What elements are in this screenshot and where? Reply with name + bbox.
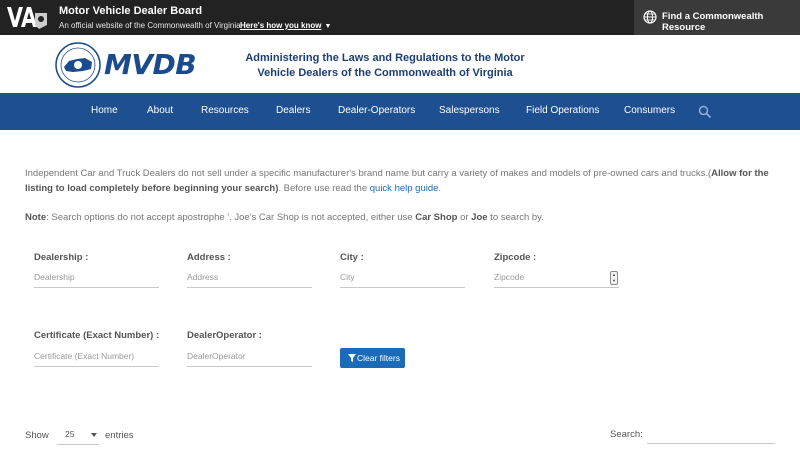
caret-down-icon — [91, 433, 97, 437]
find-commonwealth-resource-button[interactable]: Find a Commonwealth Resource — [634, 0, 800, 35]
dealership-label: Dealership : — [34, 252, 89, 263]
mvdb-wordmark[interactable]: MVDB — [104, 48, 197, 81]
stepper-up-icon[interactable]: ▲ — [612, 273, 616, 277]
address-input[interactable] — [187, 266, 312, 288]
nav-item-dealer-operators[interactable]: Dealer-Operators — [338, 105, 415, 116]
nav-item-salespersons[interactable]: Salespersons — [439, 105, 500, 116]
clear-filters-button[interactable]: Clear filters — [340, 348, 405, 368]
globe-icon — [643, 10, 657, 24]
note-example-joe: Joe — [471, 212, 488, 223]
note-example-car-shop: Car Shop — [415, 212, 458, 223]
certificate-label: Certificate (Exact Number) : — [34, 330, 160, 341]
show-entries-label: Show — [25, 430, 49, 441]
intro-text-1: Independent Car and Truck Dealers do not… — [25, 168, 712, 179]
nav-item-field-operations[interactable]: Field Operations — [526, 105, 599, 116]
note-label: Note — [25, 212, 47, 223]
zipcode-label: Zipcode : — [494, 252, 537, 263]
note-text-2: or — [457, 212, 472, 223]
heres-how-you-know-label: Here's how you know — [240, 21, 322, 30]
search-icon[interactable] — [698, 105, 712, 119]
dealership-input[interactable] — [34, 266, 159, 288]
city-input[interactable] — [340, 266, 465, 288]
top-bar: Motor Vehicle Dealer Board An official w… — [0, 0, 800, 35]
main-navigation: Home About Resources Dealers Dealer-Oper… — [0, 93, 800, 130]
clear-filters-label: Clear filters — [357, 353, 400, 363]
virginia-logo-icon[interactable] — [5, 3, 49, 31]
mvdb-seal-icon[interactable] — [55, 42, 101, 88]
certificate-input[interactable] — [34, 345, 159, 367]
nav-item-resources[interactable]: Resources — [201, 105, 249, 116]
nav-item-about[interactable]: About — [147, 105, 173, 116]
nav-item-consumers[interactable]: Consumers — [624, 105, 675, 116]
intro-text-2: . Before use read the — [278, 182, 370, 194]
note-text-3: to search by. — [487, 212, 544, 223]
site-title: Motor Vehicle Dealer Board — [59, 5, 203, 17]
official-site-notice: An official website of the Commonwealth … — [59, 21, 241, 30]
address-label: Address : — [187, 252, 231, 263]
stepper-down-icon[interactable]: ▼ — [612, 279, 616, 283]
chevron-down-icon: ▼ — [324, 23, 332, 30]
heres-how-you-know-link[interactable]: Here's how you know ▼ — [240, 21, 331, 30]
intro-paragraph: Independent Car and Truck Dealers do not… — [25, 167, 775, 196]
brand-header: MVDB Administering the Laws and Regulati… — [0, 35, 800, 93]
nav-item-home[interactable]: Home — [91, 105, 118, 116]
note-text-1: : Search options do not accept apostroph… — [46, 212, 416, 223]
entries-per-page-select[interactable]: 25 — [57, 425, 99, 445]
brand-tagline: Administering the Laws and Regulations t… — [245, 51, 525, 81]
quick-help-guide-link[interactable]: quick help guide — [370, 183, 439, 194]
find-commonwealth-resource-label: Find a Commonwealth Resource — [662, 11, 764, 33]
nav-item-dealers[interactable]: Dealers — [276, 105, 310, 116]
dealer-operator-input[interactable] — [187, 345, 312, 367]
tagline-line-1: Administering the Laws and Regulations t… — [245, 52, 525, 64]
tagline-line-2: Vehicle Dealers of the Commonwealth of V… — [257, 67, 513, 79]
city-label: City : — [340, 252, 364, 263]
filter-icon — [348, 354, 356, 362]
table-search-label: Search: — [610, 429, 643, 440]
zipcode-stepper[interactable]: ▲ ▼ — [610, 271, 618, 285]
zipcode-input[interactable] — [494, 266, 619, 288]
table-search-input[interactable] — [647, 424, 775, 444]
dealer-operator-label: DealerOperator : — [187, 330, 262, 341]
intro-text-3: . — [438, 182, 442, 194]
search-note: Note: Search options do not accept apost… — [25, 212, 775, 223]
entries-label: entries — [105, 430, 134, 441]
entries-per-page-value: 25 — [65, 429, 75, 439]
